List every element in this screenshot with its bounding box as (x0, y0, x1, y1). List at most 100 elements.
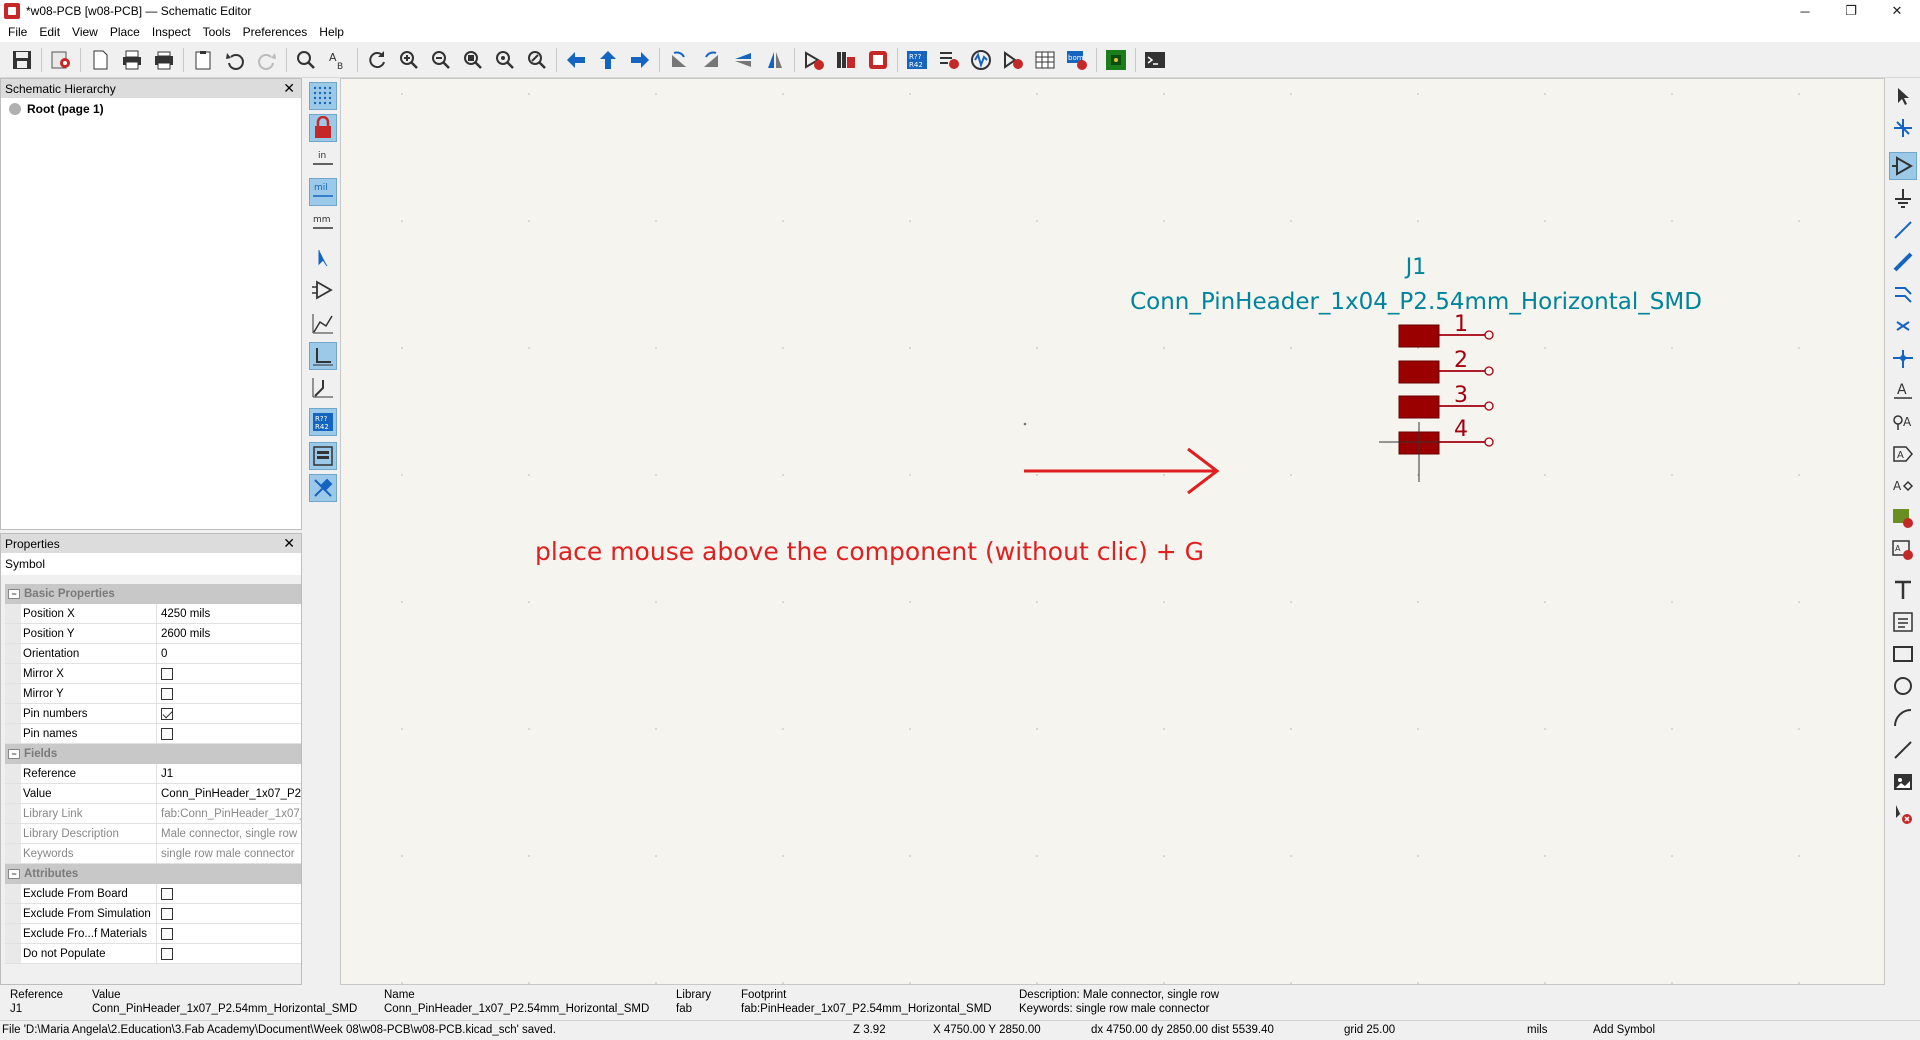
paste-icon[interactable] (190, 47, 216, 73)
close-icon[interactable]: ✕ (283, 80, 295, 97)
scripting-console-icon[interactable] (1142, 47, 1168, 73)
add-arc-icon[interactable] (1889, 704, 1917, 732)
checkbox[interactable] (161, 707, 173, 720)
property-value[interactable]: fab:Conn_PinHeader_1x07_ (157, 804, 301, 823)
grid-override-lock-icon[interactable] (309, 114, 337, 142)
collapse-icon[interactable]: − (8, 589, 20, 599)
menu-edit[interactable]: Edit (33, 25, 66, 39)
add-global-label-icon[interactable]: A (1889, 440, 1917, 468)
field-editor-icon[interactable] (1000, 47, 1026, 73)
cursor-style-icon[interactable] (309, 244, 337, 272)
add-junction-icon[interactable] (1889, 344, 1917, 372)
checkbox[interactable] (161, 907, 173, 920)
add-no-connect-icon[interactable] (1889, 312, 1917, 340)
property-value[interactable]: Conn_PinHeader_1x07_P2.5 (157, 784, 301, 803)
property-category[interactable]: − Basic Properties (5, 584, 301, 604)
property-value[interactable]: 4250 mils (157, 604, 301, 623)
simulator-icon[interactable] (968, 47, 994, 73)
property-checkbox-cell[interactable] (157, 924, 301, 943)
add-bus-icon[interactable] (1889, 248, 1917, 276)
navigate-back-icon[interactable] (563, 47, 589, 73)
erc-icon[interactable] (936, 47, 962, 73)
symbol-value[interactable]: Conn_PinHeader_1x04_P2.54mm_Horizontal_S… (1130, 289, 1702, 315)
menu-file[interactable]: File (2, 25, 33, 39)
property-category[interactable]: − Fields (5, 744, 301, 764)
bom-icon[interactable]: bom (1064, 47, 1090, 73)
menu-inspect[interactable]: Inspect (146, 25, 197, 39)
collapse-icon[interactable]: − (8, 869, 20, 879)
add-power-icon[interactable] (1889, 184, 1917, 212)
add-image-icon[interactable] (1889, 768, 1917, 796)
zoom-fit-icon[interactable] (460, 47, 486, 73)
restore-icon[interactable]: ❐ (1828, 0, 1874, 22)
property-value[interactable]: single row male connector (157, 844, 301, 863)
add-wire-icon[interactable] (1889, 216, 1917, 244)
table-icon[interactable] (1032, 47, 1058, 73)
checkbox[interactable] (161, 947, 173, 960)
menu-help[interactable]: Help (313, 25, 350, 39)
property-value[interactable]: Male connector, single row (157, 824, 301, 843)
checkbox[interactable] (161, 667, 173, 680)
add-bus-entry-icon[interactable] (1889, 280, 1917, 308)
zoom-out-icon[interactable] (428, 47, 454, 73)
annotate-icon[interactable]: R?? R42 (904, 47, 930, 73)
line-mode-45-icon[interactable] (309, 374, 337, 402)
property-value[interactable]: 2600 mils (157, 624, 301, 643)
close-window-icon[interactable]: ✕ (1874, 0, 1920, 22)
delete-tool-icon[interactable] (1889, 800, 1917, 828)
page-settings-icon[interactable] (87, 47, 113, 73)
add-hierarchical-label-icon[interactable]: A (1889, 472, 1917, 500)
zoom-objects-icon[interactable] (492, 47, 518, 73)
plot-icon[interactable] (151, 47, 177, 73)
rotate-ccw-icon[interactable] (666, 47, 692, 73)
property-checkbox-cell[interactable] (157, 684, 301, 703)
menu-tools[interactable]: Tools (197, 25, 237, 39)
property-checkbox-cell[interactable] (157, 724, 301, 743)
property-value[interactable]: 0 (157, 644, 301, 663)
hidden-pins-icon[interactable] (309, 276, 337, 304)
menu-preferences[interactable]: Preferences (237, 25, 314, 39)
checkbox[interactable] (161, 687, 173, 700)
property-value[interactable]: J1 (157, 764, 301, 783)
property-checkbox-cell[interactable] (157, 884, 301, 903)
pcb-editor-icon[interactable] (1103, 47, 1129, 73)
add-circle-icon[interactable] (1889, 672, 1917, 700)
symbol-library-browser-icon[interactable] (833, 47, 859, 73)
units-mil-icon[interactable]: mil (309, 178, 337, 206)
line-mode-90-icon[interactable] (309, 342, 337, 370)
add-net-class-icon[interactable]: A (1889, 408, 1917, 436)
add-text-icon[interactable] (1889, 576, 1917, 604)
properties-panel-toggle-icon[interactable] (309, 474, 337, 502)
units-inch-icon[interactable]: in (309, 146, 337, 174)
footprint-assignment-icon[interactable] (865, 47, 891, 73)
symbol-reference[interactable]: J1 (1404, 255, 1427, 280)
mirror-vertical-icon[interactable] (730, 47, 756, 73)
grid-toggle-icon[interactable] (309, 82, 337, 110)
add-line-icon[interactable] (1889, 736, 1917, 764)
property-checkbox-cell[interactable] (157, 944, 301, 963)
property-category[interactable]: − Attributes (5, 864, 301, 884)
minimize-icon[interactable]: ─ (1782, 0, 1828, 22)
add-sheet-icon[interactable] (1889, 504, 1917, 532)
highlight-net-icon[interactable] (1889, 114, 1917, 142)
hierarchy-panel-toggle-icon[interactable] (309, 442, 337, 470)
navigate-up-icon[interactable] (595, 47, 621, 73)
select-pointer-icon[interactable] (1889, 82, 1917, 110)
hierarchy-root-item[interactable]: Root (page 1) (1, 102, 301, 116)
property-checkbox-cell[interactable] (157, 704, 301, 723)
symbol-editor-icon[interactable] (801, 47, 827, 73)
rotate-cw-icon[interactable] (698, 47, 724, 73)
zoom-selection-icon[interactable] (524, 47, 550, 73)
property-checkbox-cell[interactable] (157, 904, 301, 923)
import-sheet-pin-icon[interactable]: A (1889, 536, 1917, 564)
print-icon[interactable] (119, 47, 145, 73)
redo-icon[interactable] (254, 47, 280, 73)
add-symbol-icon[interactable] (1889, 152, 1917, 180)
close-icon[interactable]: ✕ (283, 535, 295, 552)
property-checkbox-cell[interactable] (157, 664, 301, 683)
schematic-canvas[interactable]: J1 Conn_PinHeader_1x04_P2.54mm_Horizonta… (340, 78, 1886, 986)
schematic-setup-icon[interactable] (48, 47, 74, 73)
refresh-icon[interactable] (364, 47, 390, 73)
checkbox[interactable] (161, 927, 173, 940)
navigate-forward-icon[interactable] (627, 47, 653, 73)
